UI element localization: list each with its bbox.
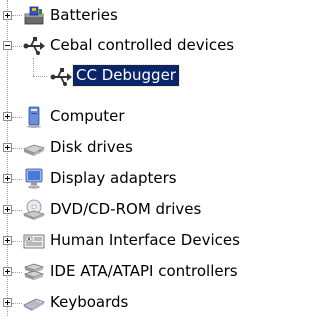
expand-button[interactable] [3,143,12,152]
tree-item-label: Computer [50,107,125,125]
collapse-button[interactable] [3,41,12,50]
tree-item-human-interface-devices[interactable]: Human Interface Devices [0,226,336,256]
tree-item-computer[interactable]: Computer [0,102,336,132]
tree-item-label: Batteries [50,6,118,24]
tree-item-label: Human Interface Devices [50,231,240,249]
tree-item-label-selected: CC Debugger [72,64,180,87]
tree-item-label: IDE ATA/ATAPI controllers [50,262,238,280]
disk-drive-icon [22,136,46,160]
tree-item-label: Keyboards [50,293,129,311]
battery-icon [22,4,46,28]
device-tree: Batteries Cebal controlled devices CC De… [0,0,336,323]
usb-icon [22,34,46,58]
expand-button[interactable] [3,205,12,214]
ide-controller-icon [22,260,46,284]
tree-item-cebal-controlled-devices[interactable]: Cebal controlled devices [0,31,336,61]
computer-icon [22,105,46,129]
usb-icon [49,65,72,87]
tree-item-label: Display adapters [50,169,177,187]
tree-item-ide-ata-atapi-controllers[interactable]: IDE ATA/ATAPI controllers [0,257,336,287]
tree-item-display-adapters[interactable]: Display adapters [0,164,336,194]
expand-button[interactable] [3,174,12,183]
expand-button[interactable] [3,11,12,20]
tree-item-label: Disk drives [50,138,133,156]
display-adapter-icon [22,167,46,191]
expand-button[interactable] [3,298,12,307]
expand-button[interactable] [3,112,12,121]
tree-item-label: Cebal controlled devices [50,36,235,54]
tree-item-cc-debugger[interactable]: CC Debugger [0,61,336,91]
keyboard-icon [22,291,46,315]
expand-button[interactable] [3,236,12,245]
tree-item-label: DVD/CD-ROM drives [50,200,202,218]
tree-item-disk-drives[interactable]: Disk drives [0,133,336,163]
dvd-drive-icon [22,198,46,222]
tree-item-batteries[interactable]: Batteries [0,1,336,31]
expand-button[interactable] [3,267,12,276]
hid-icon [22,229,46,253]
tree-item-keyboards[interactable]: Keyboards [0,288,336,318]
tree-item-dvd-cd-rom-drives[interactable]: DVD/CD-ROM drives [0,195,336,225]
